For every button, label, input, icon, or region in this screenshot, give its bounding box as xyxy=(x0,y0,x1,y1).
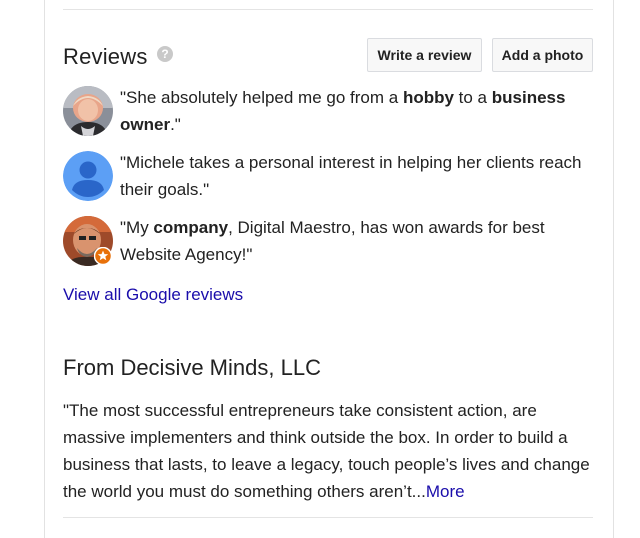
write-review-button[interactable]: Write a review xyxy=(367,38,482,72)
photo-avatar-woman-icon xyxy=(63,86,113,136)
from-business-text: "The most successful entrepreneurs take … xyxy=(63,401,590,501)
review-snippet: "She absolutely helped me go from a hobb… xyxy=(120,84,590,138)
review-highlight: company xyxy=(153,218,229,237)
review-item[interactable]: "Michele takes a personal interest in he… xyxy=(63,149,593,203)
review-text-part: to a xyxy=(453,88,492,107)
from-business-description: "The most successful entrepreneurs take … xyxy=(63,397,593,505)
top-divider xyxy=(63,9,593,10)
from-business-title: From Decisive Minds, LLC xyxy=(63,355,321,380)
reviews-header: Reviews ? Write a review Add a photo xyxy=(63,38,593,74)
local-guide-badge-icon xyxy=(94,247,112,265)
review-snippet: "My company, Digital Maestro, has won aw… xyxy=(120,214,590,268)
default-person-avatar-icon xyxy=(63,151,113,201)
review-highlight: hobby xyxy=(402,88,454,107)
reviewer-avatar xyxy=(63,86,113,136)
review-item[interactable]: "She absolutely helped me go from a hobb… xyxy=(63,84,593,138)
add-photo-button[interactable]: Add a photo xyxy=(492,38,593,72)
reviews-title: Reviews xyxy=(63,44,148,69)
reviewer-avatar xyxy=(63,151,113,201)
review-text-part: "She absolutely helped me go from a xyxy=(120,88,403,107)
review-text-part: "My xyxy=(120,218,154,237)
help-icon[interactable]: ? xyxy=(157,46,173,62)
review-item[interactable]: "My company, Digital Maestro, has won aw… xyxy=(63,214,593,268)
reviewer-avatar xyxy=(63,216,113,266)
view-all-reviews-link[interactable]: View all Google reviews xyxy=(63,285,243,305)
review-text-part: ." xyxy=(170,115,181,134)
more-link[interactable]: More xyxy=(426,482,465,501)
review-text-part: "Michele takes a personal interest in he… xyxy=(120,153,582,199)
review-snippet: "Michele takes a personal interest in he… xyxy=(120,149,590,203)
bottom-divider xyxy=(63,517,593,518)
